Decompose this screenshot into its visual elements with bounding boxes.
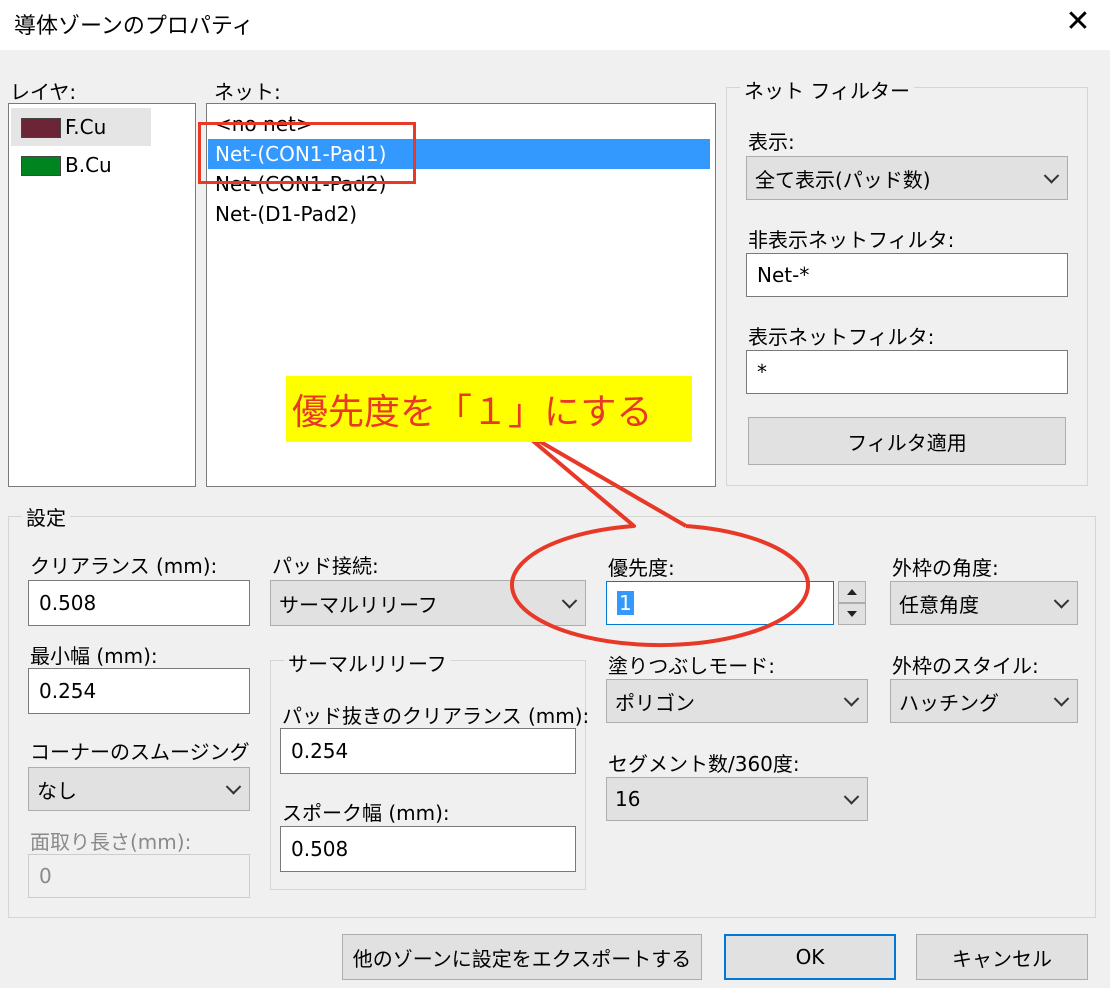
window-title: 導体ゾーンのプロパティ [14,14,254,39]
layers-listbox[interactable]: F.Cu B.Cu [8,103,196,487]
apply-filter-button[interactable]: フィルタ適用 [748,417,1066,465]
annotation-label: 優先度を「１」にする [286,376,692,442]
outline-style-label: 外枠のスタイル: [892,654,1039,678]
min-width-input[interactable]: 0.254 [28,668,250,714]
min-width-label: 最小幅 (mm): [30,644,158,668]
display-select[interactable]: 全て表示(パッド数) [746,156,1068,200]
chevron-down-icon [843,691,860,707]
segments-label: セグメント数/360度: [608,752,800,776]
outline-angle-label: 外枠の角度: [892,556,999,580]
thermal-relief-title: サーマルリリーフ [284,648,451,677]
layer-color-swatch [21,156,61,176]
layer-color-swatch [21,118,61,138]
outline-angle-value: 任意角度 [899,592,979,617]
export-settings-button[interactable]: 他のゾーンに設定をエクスポートする [342,934,702,980]
priority-value: 1 [617,591,634,615]
chevron-down-icon [561,593,578,609]
outline-style-value: ハッチング [899,690,999,715]
chevron-down-icon [1053,593,1070,609]
close-icon[interactable]: ✕ [1058,2,1098,42]
antipad-clearance-label: パッド抜きのクリアランス (mm): [282,704,590,728]
highlight-box [198,122,416,184]
spoke-width-value: 0.508 [291,837,349,861]
antipad-clearance-value: 0.254 [291,739,349,763]
chamfer-value: 0 [39,864,52,888]
outline-style-select[interactable]: ハッチング [890,679,1078,723]
display-label: 表示: [748,130,795,154]
show-filter-label: 表示ネットフィルタ: [748,325,935,349]
nets-label: ネット: [214,80,281,104]
clearance-input[interactable]: 0.508 [28,580,250,626]
net-item-d1-pad2[interactable]: Net-(D1-Pad2) [215,202,357,226]
hide-filter-label: 非表示ネットフィルタ: [748,228,955,252]
arrow-down-icon [847,611,857,617]
display-select-value: 全て表示(パッド数) [755,167,931,192]
clearance-value: 0.508 [39,591,97,615]
show-filter-value: * [757,360,767,384]
spoke-width-input[interactable]: 0.508 [280,826,576,872]
hide-filter-value: Net-* [757,263,810,287]
priority-input[interactable]: 1 [606,581,834,625]
settings-title: 設定 [22,502,70,531]
layer-item-fcu[interactable]: F.Cu [65,115,106,139]
chamfer-input: 0 [28,854,250,898]
chamfer-label: 面取り長さ(mm): [30,830,192,854]
chevron-down-icon [225,779,242,795]
spoke-width-label: スポーク幅 (mm): [282,801,450,825]
hide-filter-input[interactable]: Net-* [746,253,1068,297]
ok-button[interactable]: OK [724,934,896,980]
segments-select[interactable]: 16 [606,777,868,821]
chevron-down-icon [1053,691,1070,707]
priority-up-button[interactable] [838,581,866,603]
corner-smoothing-value: なし [37,778,77,803]
net-filter-title: ネット フィルター [740,75,914,104]
chevron-down-icon [1043,168,1060,184]
fill-mode-select[interactable]: ポリゴン [606,679,868,723]
fill-mode-label: 塗りつぶしモード: [608,654,775,678]
pad-connection-label: パッド接続: [272,554,379,578]
clearance-label: クリアランス (mm): [30,554,218,578]
pad-connection-select[interactable]: サーマルリリーフ [270,580,586,626]
arrow-up-icon [847,589,857,595]
pad-connection-value: サーマルリリーフ [279,592,438,617]
min-width-value: 0.254 [39,679,97,703]
layer-item-bcu[interactable]: B.Cu [65,153,112,177]
outline-angle-select[interactable]: 任意角度 [890,581,1078,625]
corner-smoothing-label: コーナーのスムージング [30,740,250,764]
cancel-button[interactable]: キャンセル [916,934,1088,980]
fill-mode-value: ポリゴン [615,690,695,715]
antipad-clearance-input[interactable]: 0.254 [280,728,576,774]
chevron-down-icon [843,789,860,805]
priority-label: 優先度: [608,556,675,580]
priority-down-button[interactable] [838,603,866,625]
layers-label: レイヤ: [10,80,77,104]
corner-smoothing-select[interactable]: なし [28,767,250,811]
segments-value: 16 [615,787,641,811]
show-filter-input[interactable]: * [746,350,1068,394]
